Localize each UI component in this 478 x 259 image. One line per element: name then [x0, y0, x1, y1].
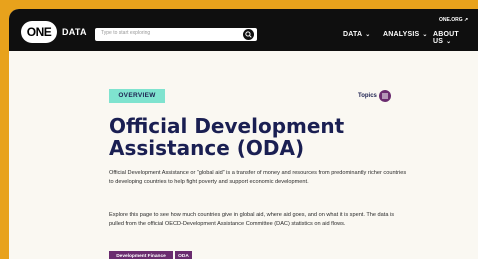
one-logo[interactable]: ONE — [21, 21, 57, 43]
chevron-down-icon: ⌄ — [422, 32, 428, 38]
overview-badge: OVERVIEW — [109, 89, 165, 103]
chevron-down-icon: ⌄ — [365, 32, 371, 38]
nav-data[interactable]: DATA ⌄ — [343, 31, 370, 38]
nav-analysis-label: ANALYSIS — [383, 31, 420, 38]
nav-data-label: DATA — [343, 31, 363, 38]
explore-paragraph: Explore this page to see how much countr… — [109, 212, 395, 227]
topics-label[interactable]: Topics — [358, 90, 377, 102]
browser-frame: ONE DATA Type to start exploring ONE.ORG… — [9, 9, 478, 259]
search-placeholder: Type to start exploring — [101, 30, 151, 36]
search-input[interactable]: Type to start exploring — [95, 28, 257, 41]
external-link-icon: ↗ — [464, 17, 469, 23]
nav-analysis[interactable]: ANALYSIS ⌄ — [383, 31, 428, 38]
nav-about-us[interactable]: ABOUT US ⌄ — [433, 31, 478, 45]
chevron-down-icon: ⌄ — [446, 39, 452, 45]
one-org-link[interactable]: ONE.ORG ↗ — [439, 17, 468, 23]
list-icon[interactable] — [379, 90, 391, 102]
search-icon[interactable] — [243, 29, 254, 40]
page-title: Official Development Assistance (ODA) — [109, 114, 345, 160]
tag-oda[interactable]: ODA — [175, 251, 192, 259]
intro-paragraph: Official Development Assistance or “glob… — [109, 170, 407, 185]
one-org-label: ONE.ORG — [439, 17, 463, 23]
tag-development-finance[interactable]: Development Finance — [109, 251, 173, 259]
top-navbar: ONE DATA Type to start exploring ONE.ORG… — [9, 9, 478, 51]
logo-data-label[interactable]: DATA — [62, 27, 87, 37]
